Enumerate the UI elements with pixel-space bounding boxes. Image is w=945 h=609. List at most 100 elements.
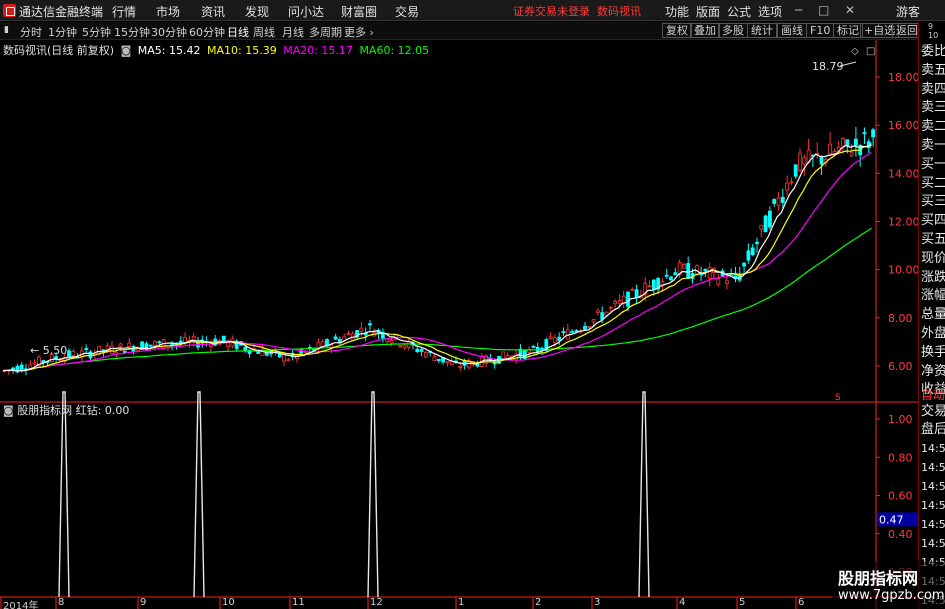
- menu-function[interactable]: 功能: [665, 3, 689, 20]
- minimize-icon[interactable]: ─: [795, 3, 802, 17]
- candle-body: [333, 336, 338, 340]
- candle-body: [802, 157, 807, 165]
- sidebar-auto[interactable]: 自动: [921, 387, 945, 403]
- x-axis-label: 2: [535, 597, 542, 608]
- period-timeshare[interactable]: 分时: [20, 24, 42, 40]
- candle-body: [759, 224, 764, 230]
- candle-body: [570, 331, 574, 333]
- candle-body: [221, 335, 226, 342]
- overlay-button[interactable]: 叠加: [690, 23, 720, 38]
- main-price-axis: 18.00 16.00 14.00 12.00 10.00 8.00 6.00: [0, 40, 918, 609]
- candle-body: [798, 153, 802, 171]
- period-weekly[interactable]: 周线: [253, 24, 275, 40]
- sidebar-item[interactable]: 涨跌: [921, 270, 945, 286]
- candle-body: [750, 247, 755, 256]
- low-price-label: ← 5.50: [30, 344, 67, 357]
- sidebar-item[interactable]: 卖二: [921, 119, 945, 135]
- adjust-button[interactable]: 复权: [662, 23, 692, 38]
- sidebar-item[interactable]: 卖五: [921, 63, 945, 79]
- menu-news[interactable]: 资讯: [201, 3, 225, 20]
- mark-button[interactable]: 标记: [833, 23, 863, 38]
- candle-body: [819, 156, 824, 165]
- candle-body: [157, 341, 162, 344]
- indicator-spike: [638, 391, 650, 598]
- login-warning[interactable]: 证券交易未登录 数码视讯: [513, 3, 641, 19]
- diamond-icon: ◇: [851, 46, 859, 57]
- f10-button[interactable]: F10: [806, 23, 835, 38]
- sidebar-item[interactable]: 涨幅: [921, 288, 945, 304]
- menu-formula[interactable]: 公式: [727, 3, 751, 20]
- x-axis-label: 2014年: [3, 601, 39, 609]
- candle-body: [617, 300, 622, 304]
- menu-ask[interactable]: 问小达: [288, 3, 324, 20]
- period-30min[interactable]: 30分钟: [151, 24, 187, 40]
- menu-discover[interactable]: 发现: [245, 3, 269, 20]
- candle-body: [389, 340, 394, 344]
- sidebar-trade[interactable]: 交易: [921, 404, 945, 420]
- restore-icon[interactable]: □: [818, 3, 829, 17]
- sidebar-after-hours[interactable]: 盘后: [921, 422, 945, 438]
- ma5-line: [2, 143, 872, 372]
- statistics-button[interactable]: 统计: [747, 23, 777, 38]
- sidebar-item[interactable]: 买一: [921, 157, 945, 173]
- ma20-line: [2, 152, 872, 372]
- menu-trade[interactable]: 交易: [395, 3, 419, 20]
- menu-layout[interactable]: 版面: [696, 3, 720, 20]
- menu-wealth-circle[interactable]: 财富圈: [341, 3, 377, 20]
- indicator-tick-label: 0.80: [888, 451, 913, 464]
- sidebar-item[interactable]: 卖三: [921, 100, 945, 116]
- sidebar-item[interactable]: 卖四: [921, 82, 945, 98]
- candle-body: [785, 182, 789, 191]
- main-legend: 数码视讯(日线 前复权) ◙ MA5: 15.42 MA10: 15.39 MA…: [3, 42, 432, 58]
- x-axis-label: 12: [370, 597, 383, 608]
- multi-stock-button[interactable]: 多股: [718, 23, 748, 38]
- sidebar-item[interactable]: 卖一: [921, 138, 945, 154]
- menu-market[interactable]: 市场: [156, 3, 180, 20]
- period-1min[interactable]: 1分钟: [48, 24, 77, 40]
- watermark-url: www.7gpzb.com: [838, 588, 945, 603]
- candle-body: [432, 356, 437, 362]
- sidebar-item[interactable]: 总量: [921, 307, 945, 323]
- close-icon[interactable]: ✕: [845, 3, 855, 17]
- period-monthly[interactable]: 月线: [282, 24, 304, 40]
- menu-market-quotes[interactable]: 行情: [112, 3, 136, 20]
- sidebar-item[interactable]: 买五: [921, 232, 945, 248]
- legend-settings-icon[interactable]: ◙: [121, 44, 132, 57]
- period-multi[interactable]: 多周期: [309, 24, 342, 40]
- indicator-settings-icon[interactable]: ◙: [3, 404, 14, 417]
- candle-body: [243, 346, 248, 351]
- period-5min[interactable]: 5分钟: [82, 24, 111, 40]
- period-15min[interactable]: 15分钟: [114, 24, 150, 40]
- candle-body: [587, 326, 592, 329]
- candle-body: [561, 331, 566, 334]
- menu-toggle-icon[interactable]: ▮: [4, 25, 9, 35]
- sidebar-item[interactable]: 现价: [921, 251, 945, 267]
- candle-body: [686, 263, 691, 279]
- chart-area[interactable]: 18.00 16.00 14.00 12.00 10.00 8.00 6.00 1.00 0.…: [0, 40, 918, 609]
- sidebar-item[interactable]: 买四: [921, 213, 945, 229]
- ma20-label: MA20: 15.17: [283, 44, 353, 57]
- period-daily[interactable]: 日线: [227, 24, 249, 40]
- period-60min[interactable]: 60分钟: [189, 24, 225, 40]
- candle-body: [282, 354, 286, 362]
- menu-options[interactable]: 选项: [758, 3, 782, 20]
- candle-body: [716, 278, 721, 285]
- sidebar-item[interactable]: 买二: [921, 176, 945, 192]
- sidebar-item[interactable]: 委比: [921, 44, 945, 60]
- period-more[interactable]: 更多 ›: [344, 24, 374, 40]
- candle-body: [398, 345, 403, 347]
- indicator-spike: [367, 391, 379, 598]
- candle-body: [501, 351, 506, 360]
- candle-body: [359, 327, 364, 332]
- watermark-title: 股朋指标网: [838, 569, 919, 588]
- draw-line-button[interactable]: 画线: [777, 23, 807, 38]
- sidebar-item[interactable]: 换手: [921, 345, 945, 361]
- candle-body: [415, 348, 420, 353]
- candle-body: [742, 262, 746, 267]
- sidebar-item[interactable]: 净资: [921, 364, 945, 380]
- sidebar-item[interactable]: 买三: [921, 194, 945, 210]
- user-guest[interactable]: 游客: [896, 3, 920, 20]
- x-axis-label: 5: [739, 597, 746, 608]
- sidebar-item[interactable]: 外盘: [921, 326, 945, 342]
- digit-1: 9: [928, 22, 934, 31]
